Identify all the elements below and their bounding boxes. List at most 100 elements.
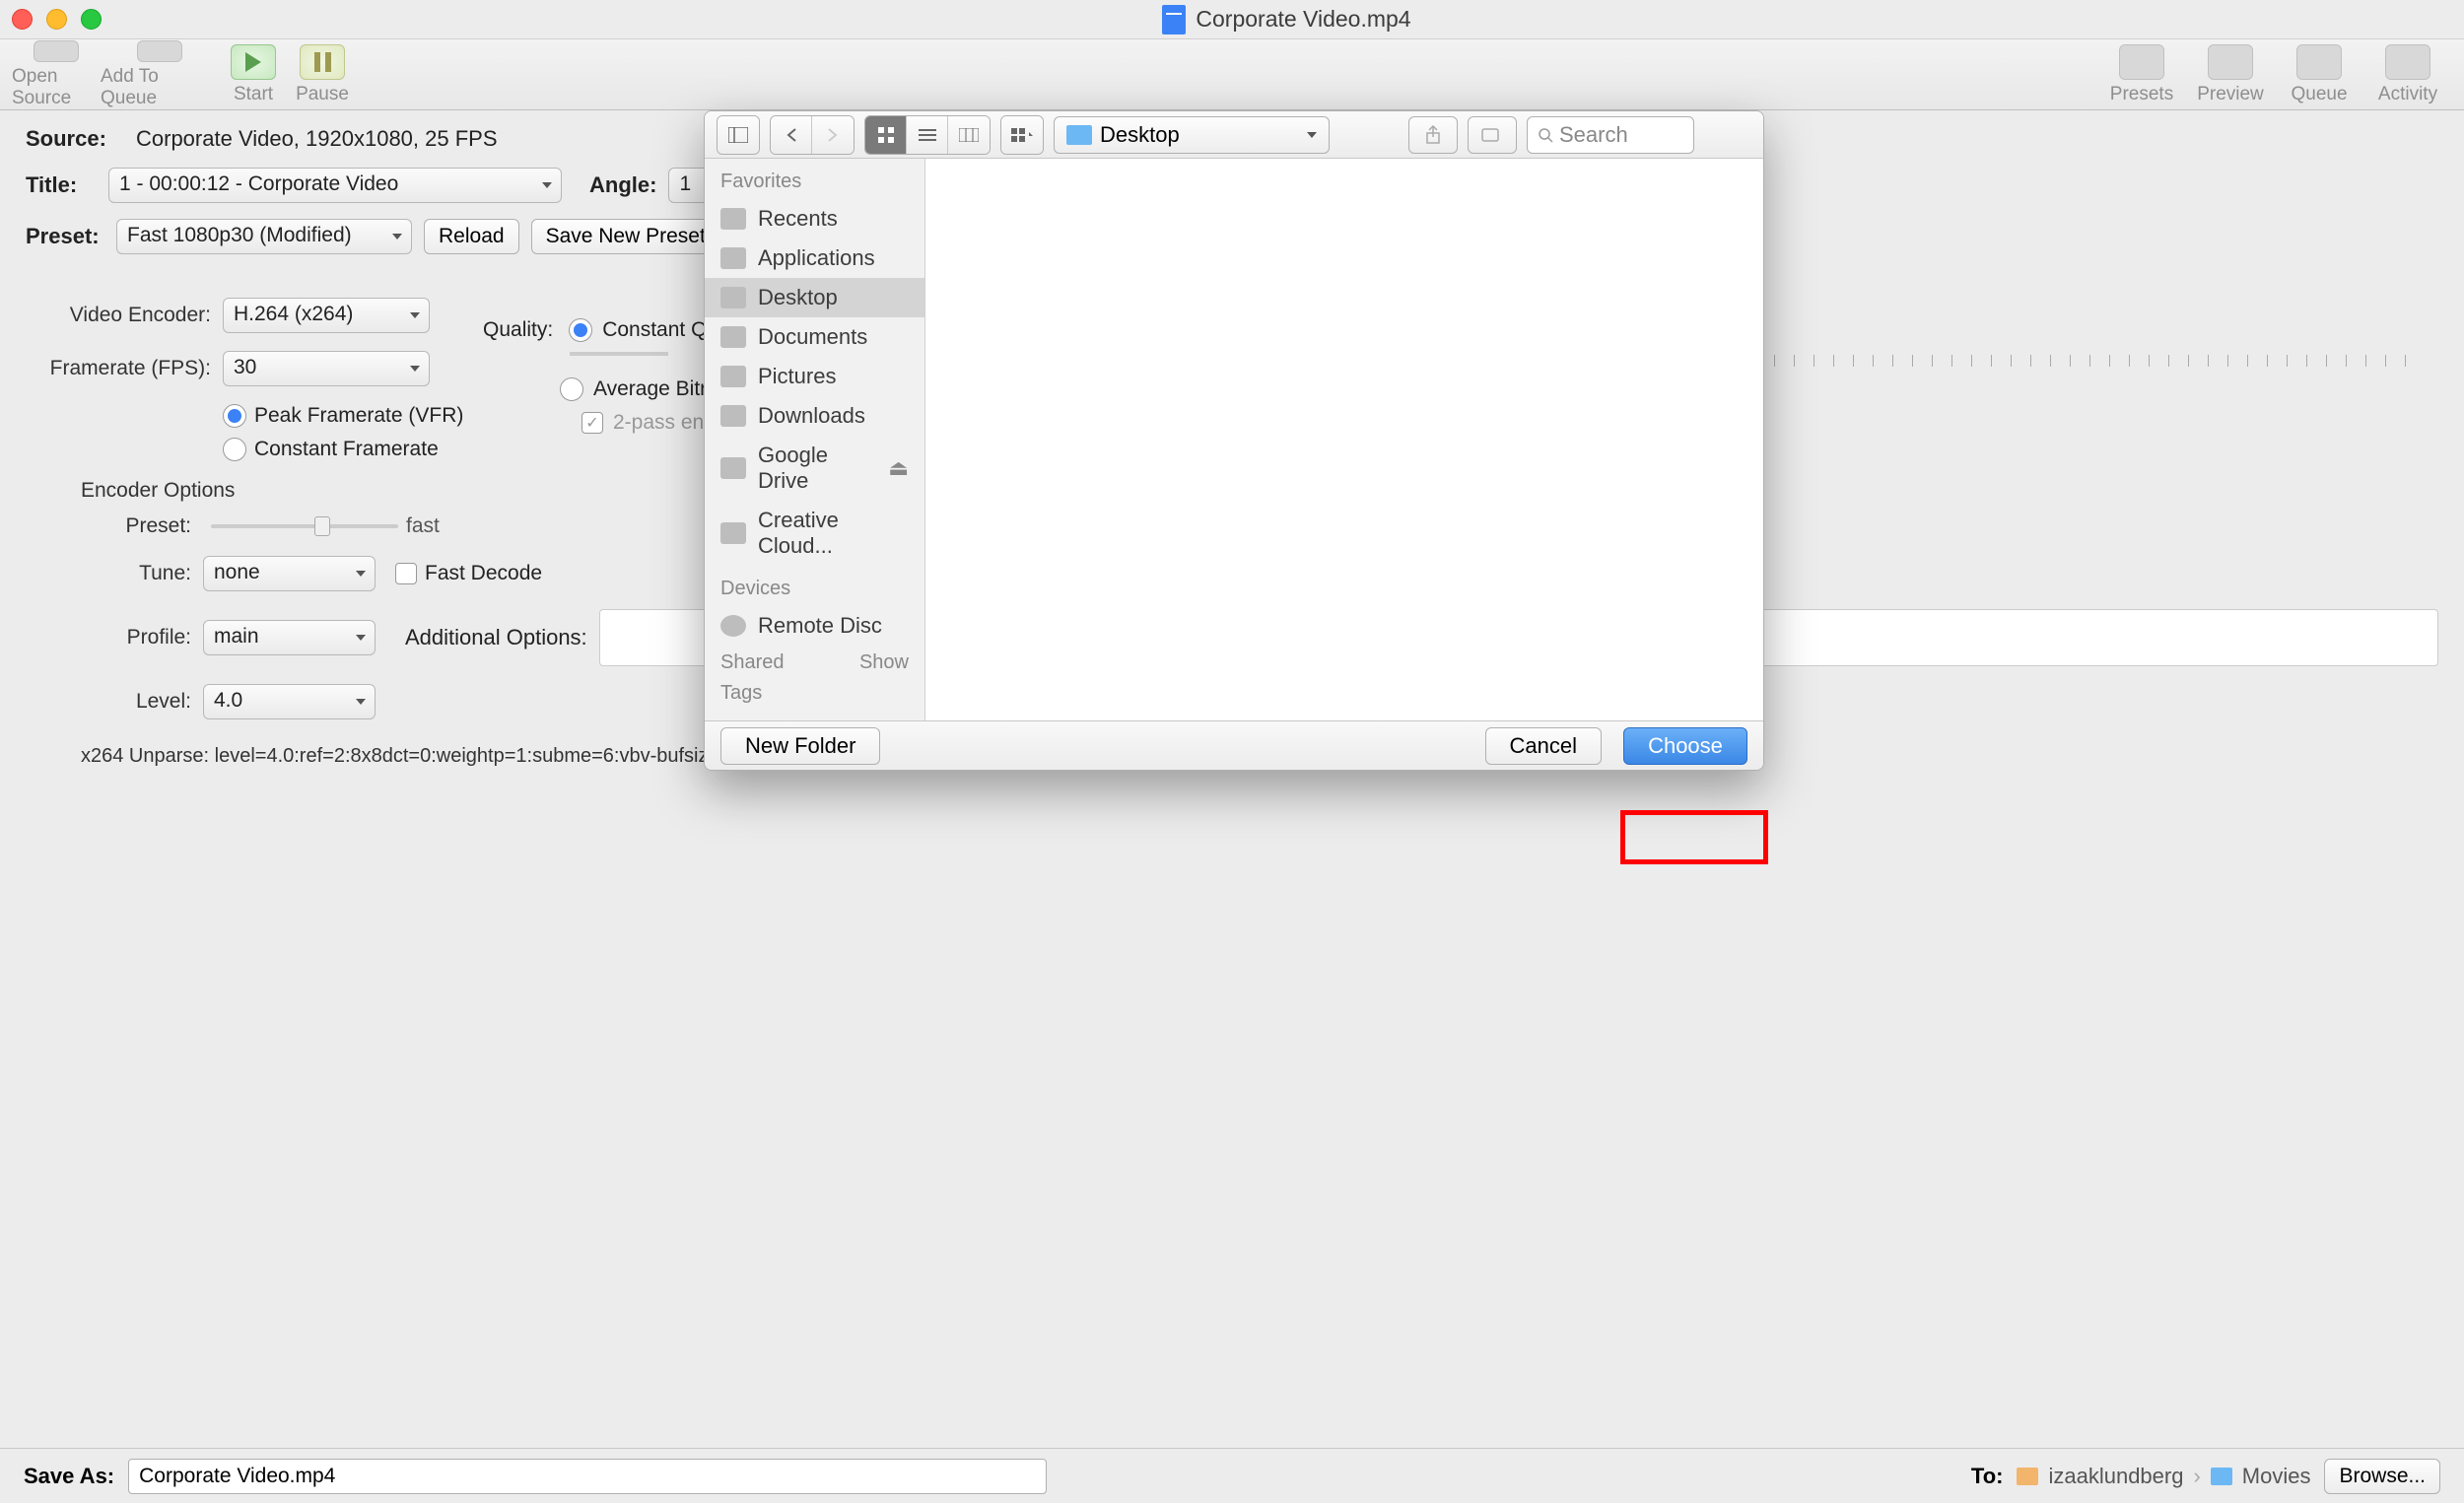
shared-show-button[interactable]: Show bbox=[859, 651, 909, 674]
reload-button[interactable]: Reload bbox=[424, 219, 519, 254]
checkbox-icon bbox=[395, 563, 417, 584]
pause-label: Pause bbox=[296, 84, 349, 105]
queue-button[interactable]: Queue bbox=[2275, 40, 2363, 109]
tune-select[interactable]: none bbox=[203, 556, 376, 591]
preset-select[interactable]: Fast 1080p30 (Modified) bbox=[116, 219, 412, 254]
level-value: 4.0 bbox=[214, 689, 242, 712]
fps-mode-group: Peak Framerate (VFR) Constant Framerate bbox=[223, 404, 463, 461]
sidebar-label: Desktop bbox=[758, 285, 838, 310]
bottom-bar: Save As: To: izaaklundberg › Movies Brow… bbox=[0, 1448, 2464, 1503]
share-button[interactable] bbox=[1408, 116, 1458, 154]
angle-label: Angle: bbox=[589, 172, 656, 198]
forward-button[interactable] bbox=[812, 116, 854, 154]
fast-decode-checkbox[interactable]: Fast Decode bbox=[395, 562, 542, 585]
sidebar-toggle[interactable] bbox=[717, 115, 760, 155]
column-view-button[interactable] bbox=[948, 116, 990, 154]
folder-icon bbox=[2211, 1468, 2232, 1485]
save-as-input[interactable] bbox=[128, 1459, 1047, 1494]
level-label: Level: bbox=[26, 690, 203, 714]
destination-breadcrumb[interactable]: izaaklundberg › Movies bbox=[2017, 1464, 2310, 1489]
activity-button[interactable]: Activity bbox=[2363, 40, 2452, 109]
level-select[interactable]: 4.0 bbox=[203, 684, 376, 719]
icon-view-button[interactable] bbox=[865, 116, 907, 154]
radio-on-icon[interactable] bbox=[569, 318, 592, 342]
sidebar-item-remote-disc[interactable]: Remote Disc bbox=[705, 606, 924, 646]
drive-icon bbox=[720, 457, 746, 479]
start-label: Start bbox=[234, 84, 273, 105]
quality-slider-ticks bbox=[570, 352, 668, 356]
back-button[interactable] bbox=[771, 116, 812, 154]
pause-button[interactable]: Pause bbox=[288, 40, 357, 109]
video-encoder-label: Video Encoder: bbox=[26, 304, 223, 327]
sidebar-item-downloads[interactable]: Downloads bbox=[705, 396, 924, 436]
encoder-preset-slider[interactable] bbox=[211, 524, 398, 528]
preview-button[interactable]: Preview bbox=[2186, 40, 2275, 109]
file-picker-sheet: Desktop Search Favorites Recents Applica… bbox=[704, 110, 1764, 771]
presets-button[interactable]: Presets bbox=[2097, 40, 2186, 109]
zoom-window-icon[interactable] bbox=[81, 9, 102, 30]
group-by-button[interactable] bbox=[1000, 115, 1044, 155]
add-to-queue-label: Add To Queue bbox=[101, 66, 219, 109]
sidebar-label: Creative Cloud... bbox=[758, 508, 909, 559]
to-label: To: bbox=[1971, 1464, 2004, 1489]
nav-buttons bbox=[770, 115, 855, 155]
sidebar-item-documents[interactable]: Documents bbox=[705, 317, 924, 357]
open-source-button[interactable]: Open Source bbox=[12, 40, 101, 109]
red-highlight-box bbox=[1620, 810, 1768, 864]
eject-icon[interactable]: ⏏ bbox=[888, 455, 909, 481]
sidebar-item-pictures[interactable]: Pictures bbox=[705, 357, 924, 396]
fps-select[interactable]: 30 bbox=[223, 351, 430, 386]
sidebar-label: Documents bbox=[758, 324, 867, 350]
choose-button[interactable]: Choose bbox=[1623, 727, 1747, 765]
add-to-queue-icon bbox=[137, 40, 182, 62]
minimize-window-icon[interactable] bbox=[46, 9, 67, 30]
peak-vfr-radio[interactable]: Peak Framerate (VFR) bbox=[223, 404, 463, 428]
constant-fps-radio[interactable]: Constant Framerate bbox=[223, 438, 463, 461]
fast-decode-label: Fast Decode bbox=[425, 562, 542, 585]
sidebar-item-creative-cloud[interactable]: Creative Cloud... bbox=[705, 501, 924, 566]
sheet-toolbar: Desktop Search bbox=[705, 111, 1763, 159]
file-browser-area[interactable] bbox=[925, 159, 1763, 720]
start-button[interactable]: Start bbox=[219, 40, 288, 109]
radio-off-icon[interactable] bbox=[560, 377, 583, 401]
title-value: 1 - 00:00:12 - Corporate Video bbox=[119, 172, 398, 195]
home-icon bbox=[2017, 1468, 2038, 1485]
sidebar-item-google-drive[interactable]: Google Drive⏏ bbox=[705, 436, 924, 501]
disc-icon bbox=[720, 615, 746, 637]
shared-section: Shared Show bbox=[705, 646, 924, 680]
title-select[interactable]: 1 - 00:00:12 - Corporate Video bbox=[108, 168, 562, 203]
fps-value: 30 bbox=[234, 356, 256, 378]
close-window-icon[interactable] bbox=[12, 9, 33, 30]
add-to-queue-button[interactable]: Add To Queue bbox=[101, 40, 219, 109]
sidebar-label: Recents bbox=[758, 206, 838, 232]
tags-button[interactable] bbox=[1468, 116, 1517, 154]
location-label: Desktop bbox=[1100, 122, 1180, 148]
fps-label: Framerate (FPS): bbox=[26, 357, 223, 380]
window-titlebar: Corporate Video.mp4 bbox=[0, 0, 2464, 39]
bc-user-label: izaaklundberg bbox=[2048, 1464, 2183, 1489]
constant-fps-label: Constant Framerate bbox=[254, 438, 439, 461]
cloud-icon bbox=[720, 522, 746, 544]
video-encoder-select[interactable]: H.264 (x264) bbox=[223, 298, 430, 333]
location-select[interactable]: Desktop bbox=[1054, 116, 1330, 154]
sidebar-item-desktop[interactable]: Desktop bbox=[705, 278, 924, 317]
list-view-button[interactable] bbox=[907, 116, 948, 154]
search-icon bbox=[1538, 127, 1553, 143]
preset-value: Fast 1080p30 (Modified) bbox=[127, 224, 352, 246]
profile-select[interactable]: main bbox=[203, 620, 376, 655]
activity-icon bbox=[2385, 44, 2430, 80]
sidebar-label: Remote Disc bbox=[758, 613, 882, 639]
window-title-text: Corporate Video.mp4 bbox=[1196, 6, 1410, 33]
window-title: Corporate Video.mp4 bbox=[121, 5, 2452, 34]
browse-button[interactable]: Browse... bbox=[2324, 1459, 2440, 1494]
sidebar-item-recents[interactable]: Recents bbox=[705, 199, 924, 239]
downloads-icon bbox=[720, 405, 746, 427]
profile-value: main bbox=[214, 625, 259, 648]
tune-label: Tune: bbox=[26, 562, 203, 585]
search-input[interactable]: Search bbox=[1527, 116, 1694, 154]
preview-label: Preview bbox=[2197, 84, 2264, 105]
sidebar-item-applications[interactable]: Applications bbox=[705, 239, 924, 278]
title-label: Title: bbox=[26, 172, 97, 198]
cancel-button[interactable]: Cancel bbox=[1485, 727, 1602, 765]
new-folder-button[interactable]: New Folder bbox=[720, 727, 880, 765]
